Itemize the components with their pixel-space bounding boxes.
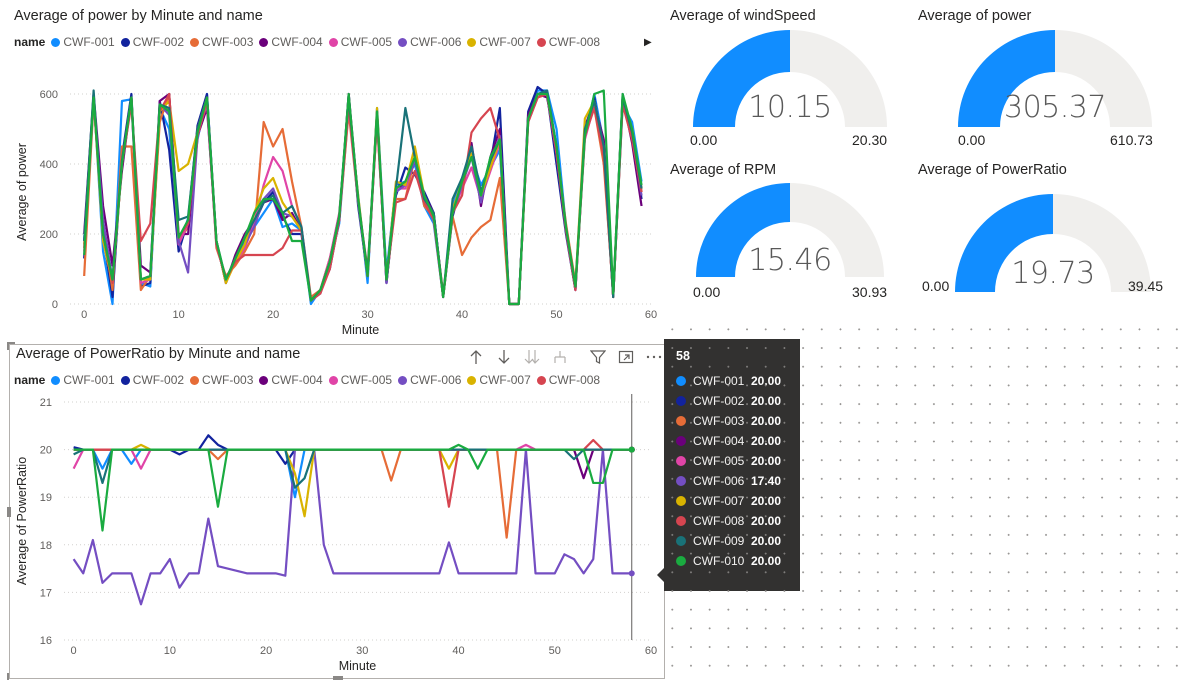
gauge-title: Average of PowerRatio: [918, 162, 1067, 178]
gauge-min-label: 0.00: [922, 278, 950, 294]
gauge-value: 19.73: [1011, 256, 1095, 291]
gauge-max-label: 39.45: [1128, 278, 1164, 294]
gauge-arc: [955, 194, 1151, 292]
